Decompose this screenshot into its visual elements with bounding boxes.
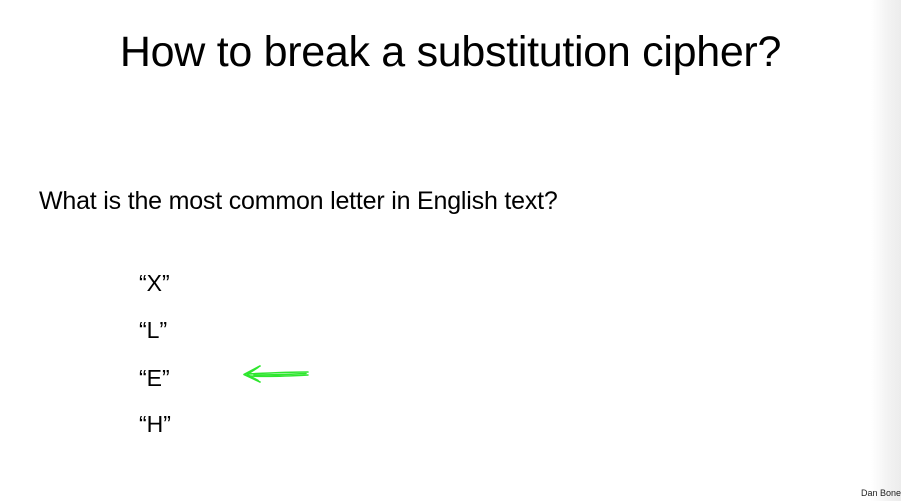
option-h: “H” [139, 411, 171, 437]
footer-author: Dan Bone [860, 488, 901, 498]
option-l: “L” [139, 317, 168, 343]
hand-drawn-arrow-left-icon [243, 365, 309, 383]
option-x: “X” [139, 270, 170, 296]
slide-title: How to break a substitution cipher? [119, 28, 782, 76]
option-e: “E” [139, 365, 170, 391]
slide: How to break a substitution cipher? What… [0, 0, 901, 501]
question-text: What is the most common letter in Englis… [39, 187, 558, 215]
